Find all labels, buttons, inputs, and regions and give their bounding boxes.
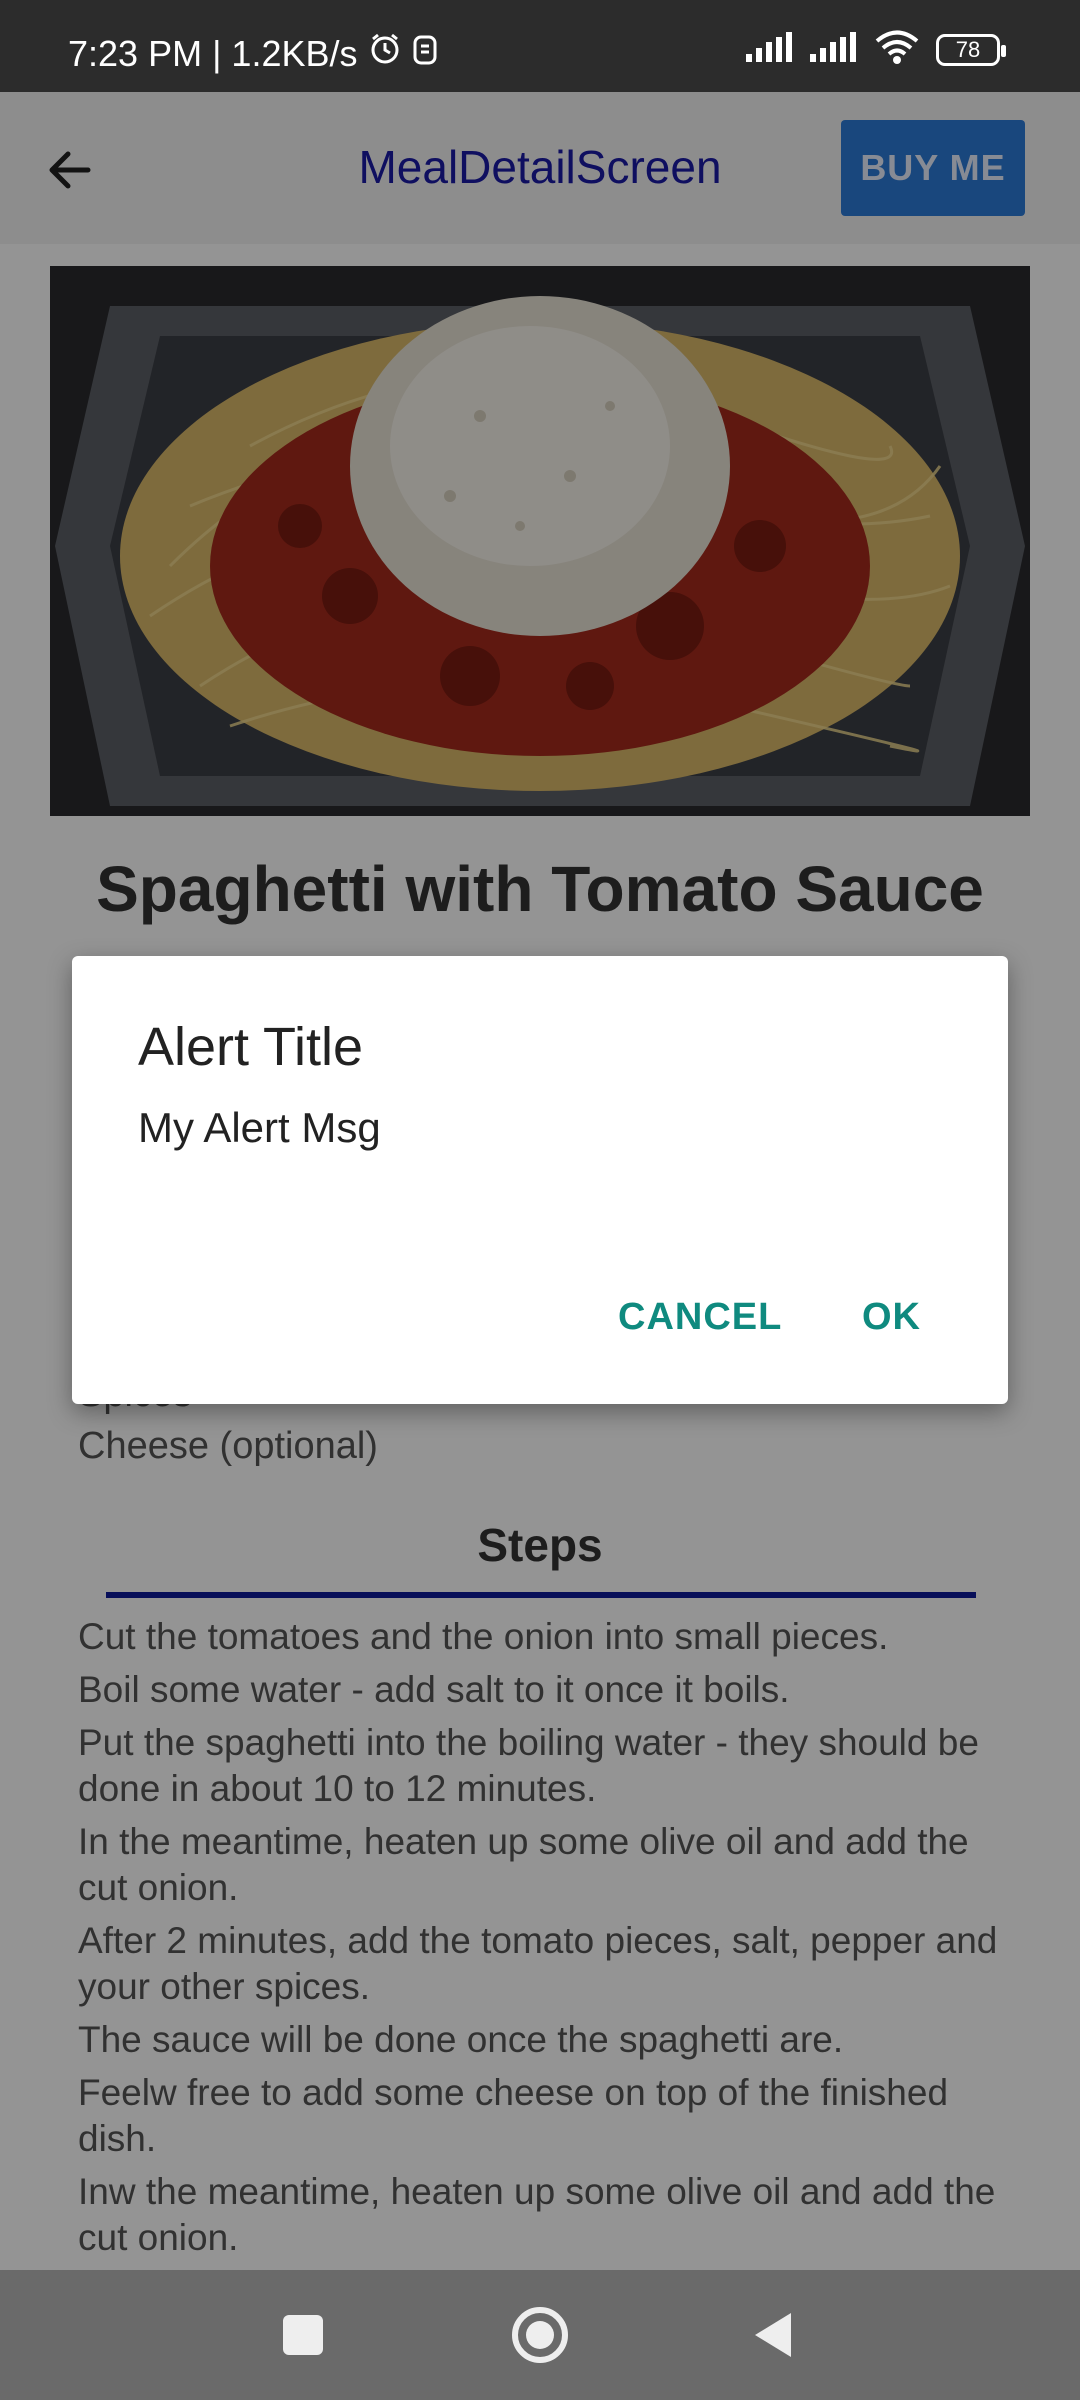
- navigation-bar: [0, 2270, 1080, 2400]
- signal-icon: [746, 32, 794, 67]
- dialog-message: My Alert Msg: [138, 1104, 381, 1151]
- battery-level: 78: [955, 36, 981, 62]
- signal-icon: [810, 32, 858, 67]
- triangle-back-icon: [755, 2313, 791, 2357]
- status-right: 78: [746, 30, 1006, 69]
- ok-button[interactable]: OK: [862, 1296, 921, 1339]
- status-time: 7:23 PM | 1.2KB/s: [68, 32, 358, 74]
- cancel-button[interactable]: CANCEL: [618, 1296, 782, 1339]
- back-nav-button[interactable]: [745, 2305, 805, 2365]
- sim-icon: [412, 33, 438, 75]
- status-left: 7:23 PM | 1.2KB/s: [68, 32, 438, 75]
- dialog-title: Alert Title: [138, 1017, 364, 1077]
- alert-dialog: Alert Title My Alert Msg CANCEL OK: [72, 956, 1008, 1404]
- home-button[interactable]: [510, 2305, 570, 2365]
- wifi-icon: [874, 30, 920, 69]
- alarm-icon: [368, 32, 402, 75]
- battery-icon: 78: [936, 33, 1006, 66]
- status-bar: 7:23 PM | 1.2KB/s 78: [0, 0, 1080, 92]
- recents-button[interactable]: [273, 2305, 333, 2365]
- home-circle-icon: [512, 2307, 568, 2363]
- square-icon: [283, 2315, 323, 2355]
